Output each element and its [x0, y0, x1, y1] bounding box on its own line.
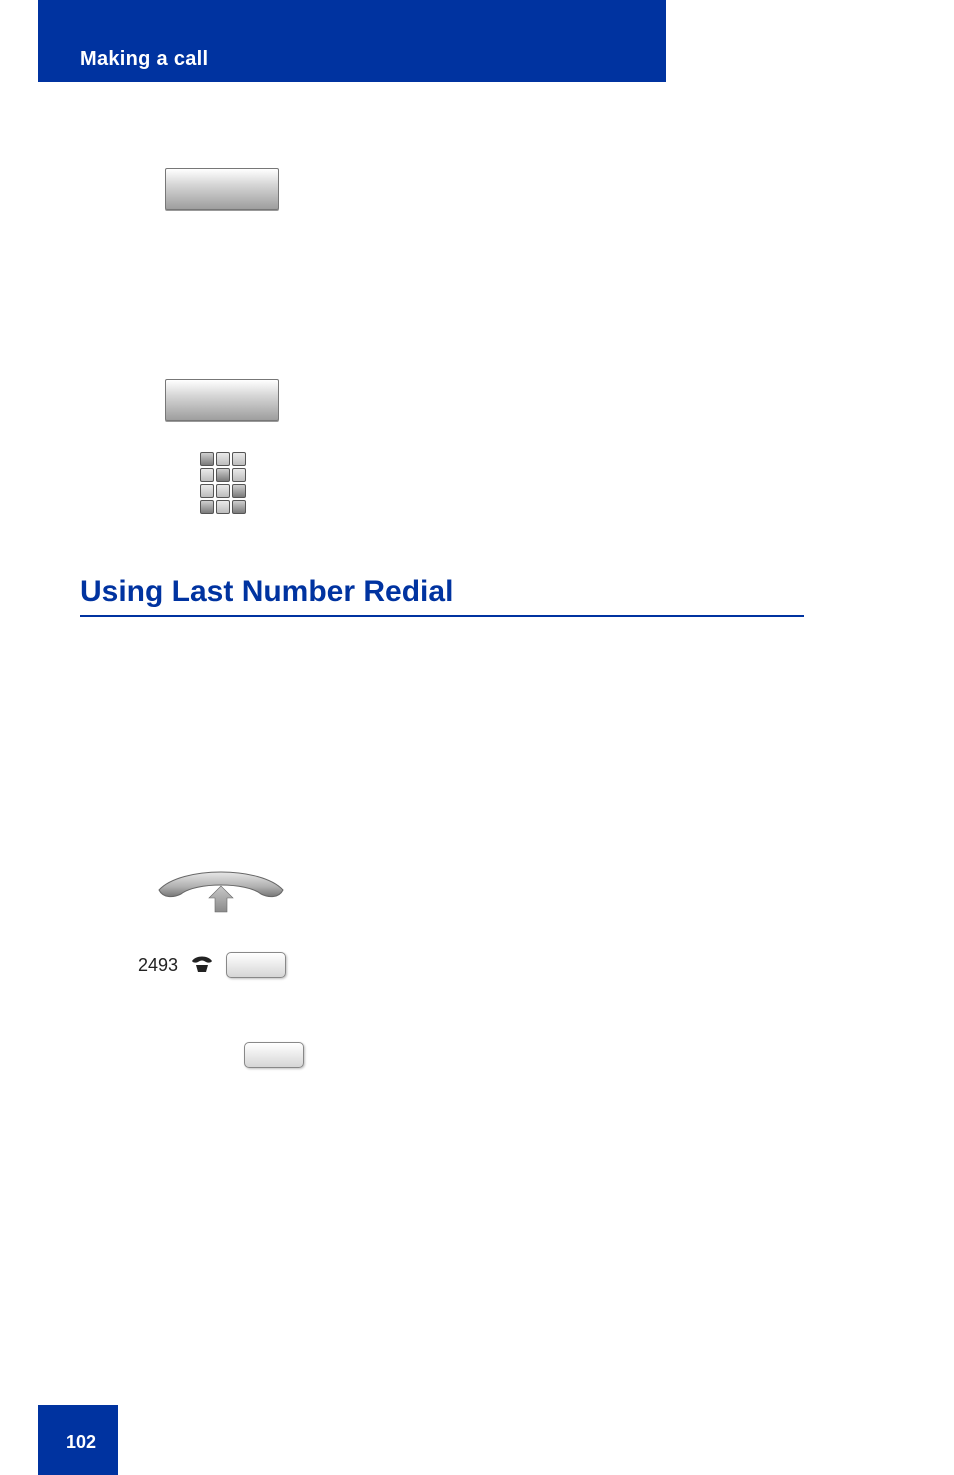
- section-heading: Using Last Number Redial: [80, 575, 804, 617]
- running-header: Making a call: [80, 48, 208, 71]
- phone-icon: [190, 955, 214, 975]
- handset-lift-icon: [151, 868, 291, 916]
- page-number: 102: [66, 1432, 96, 1453]
- line-button-group: 2493: [138, 950, 338, 980]
- soft-key-button-illustration: [165, 168, 279, 210]
- dialpad-icon: [200, 452, 246, 516]
- line-key-button-illustration: [244, 1042, 304, 1068]
- soft-key-button-illustration: [165, 379, 279, 421]
- extension-number: 2493: [138, 955, 178, 976]
- document-page: Making a call Using Last Number Redial: [0, 0, 954, 1475]
- line-key-button-illustration: [226, 952, 286, 978]
